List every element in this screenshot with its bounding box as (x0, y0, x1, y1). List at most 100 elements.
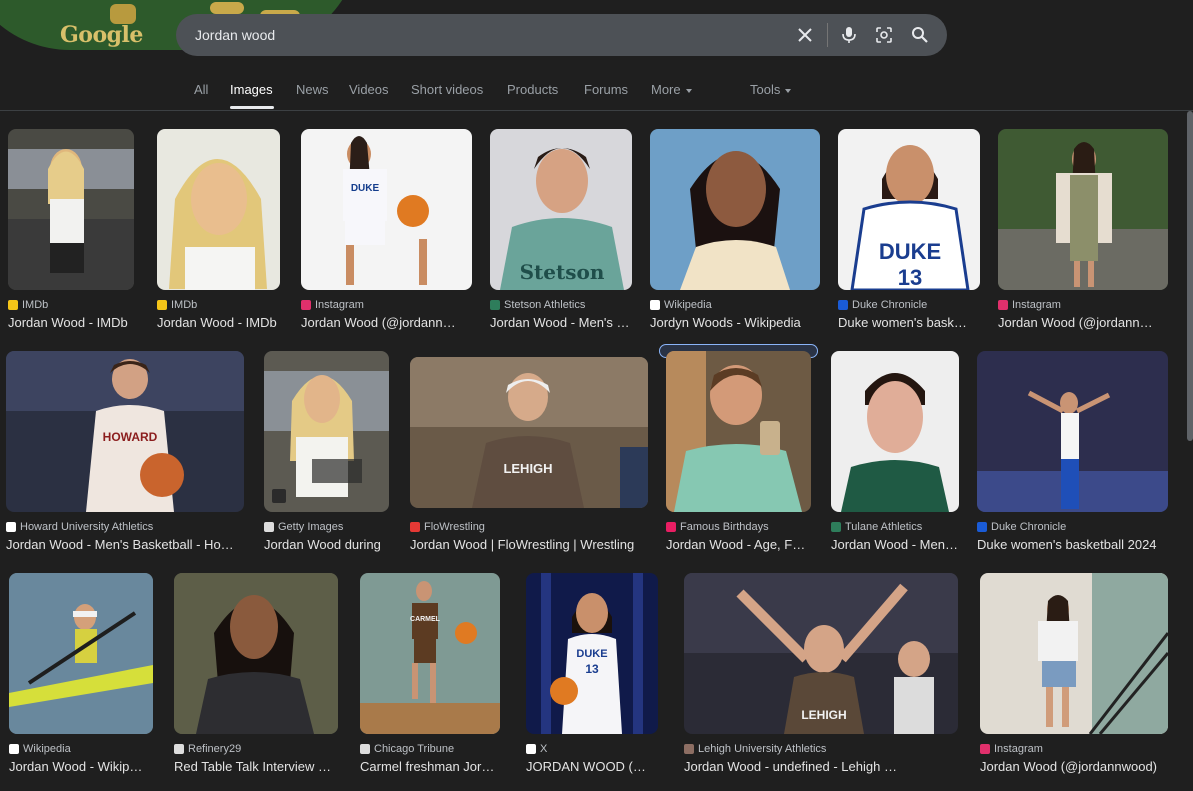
jersey-text: LEHIGH (503, 461, 552, 476)
tulane-icon (831, 522, 841, 532)
page: Google All Images News Videos Short vide… (0, 0, 1193, 791)
result-title[interactable]: Jordan Wood (@jordannwood) (301, 315, 461, 330)
source-label: X (540, 743, 548, 755)
result-title[interactable]: Jordan Wood - Men's Basketball (831, 537, 959, 552)
result-thumbnail[interactable] (980, 573, 1168, 734)
search-icon[interactable] (909, 24, 931, 46)
result-source: Refinery29 (174, 743, 241, 755)
result-source: Tulane Athletics (831, 521, 922, 533)
tab-forums[interactable]: Forums (584, 82, 628, 97)
camera-lens-icon[interactable] (873, 24, 895, 46)
source-label: Duke Chronicle (991, 521, 1067, 533)
result-thumbnail[interactable]: LEHIGH (684, 573, 958, 734)
result-source: IMDb (8, 299, 48, 311)
result-thumbnail[interactable] (174, 573, 338, 734)
result-source: Instagram (980, 743, 1043, 755)
scrollbar[interactable] (1187, 111, 1193, 441)
flowrestling-icon (410, 522, 420, 532)
tab-more[interactable]: More (651, 82, 692, 97)
result-title[interactable]: Jordan Wood (@jordannwood) (980, 759, 1164, 774)
result-title[interactable]: Jordan Wood during (264, 537, 382, 552)
source-label: Tulane Athletics (845, 521, 923, 533)
result-title[interactable]: Jordan Wood - Wikipedia (9, 759, 149, 774)
result-thumbnail[interactable]: HOWARD (6, 351, 244, 512)
result-thumbnail[interactable]: DUKE 13 (526, 573, 658, 734)
result-title[interactable]: Duke women's basketball 2024 (977, 537, 1163, 552)
stetson-icon (490, 300, 500, 310)
jersey-number: 13 (585, 662, 599, 676)
result-thumbnail[interactable] (977, 351, 1168, 512)
jersey-text: DUKE (879, 239, 941, 264)
source-label: Wikipedia (664, 299, 712, 311)
result-title[interactable]: Carmel freshman Jordan Wood (360, 759, 496, 774)
result-thumbnail[interactable]: DUKE (301, 129, 472, 290)
source-label: Duke Chronicle (852, 299, 928, 311)
getty-icon (264, 522, 274, 532)
jersey-text: HOWARD (103, 430, 158, 444)
source-label: Instagram (994, 743, 1043, 755)
google-logo[interactable]: Google (60, 22, 143, 48)
chevron-down-icon (685, 88, 692, 93)
jersey-text: DUKE (576, 648, 607, 660)
tab-videos[interactable]: Videos (349, 82, 389, 97)
tab-images[interactable]: Images (230, 82, 273, 97)
source-label: Famous Birthdays (680, 521, 769, 533)
header: Google All Images News Videos Short vide… (0, 0, 1193, 111)
result-thumbnail[interactable] (666, 351, 811, 512)
result-title[interactable]: Jordan Wood - undefined - Lehigh Univers… (684, 759, 906, 774)
result-source: IMDb (157, 299, 197, 311)
tab-products[interactable]: Products (507, 82, 558, 97)
tab-short-videos[interactable]: Short videos (411, 82, 483, 97)
result-thumbnail[interactable]: LEHIGH (410, 357, 648, 508)
result-source: FloWrestling (410, 521, 485, 533)
search-input[interactable] (195, 14, 755, 56)
search-tabs: All Images News Videos Short videos Prod… (0, 76, 1193, 110)
result-title[interactable]: Jordyn Woods - Wikipedia (650, 315, 820, 330)
result-thumbnail[interactable]: CARMEL (360, 573, 500, 734)
duke-chronicle-icon (838, 300, 848, 310)
tools-button[interactable]: Tools (750, 82, 792, 97)
jersey-text: Stetson (520, 260, 605, 284)
result-thumbnail[interactable] (9, 573, 153, 734)
jersey-text: DUKE (351, 183, 380, 194)
tab-news[interactable]: News (296, 82, 329, 97)
instagram-icon (301, 300, 311, 310)
source-label: Getty Images (278, 521, 344, 533)
result-title[interactable]: Red Table Talk Interview Jordyn Woods (174, 759, 334, 774)
result-thumbnail[interactable] (650, 129, 820, 290)
result-title[interactable]: Jordan Wood (@jordannwood) (998, 315, 1158, 330)
tab-more-label: More (651, 82, 681, 97)
jersey-text: LEHIGH (801, 708, 846, 722)
result-title[interactable]: Jordan Wood - Men's Basketball (490, 315, 632, 330)
source-label: Lehigh University Athletics (698, 743, 827, 755)
close-icon[interactable] (794, 24, 816, 46)
result-title[interactable]: Jordan Wood | FloWrestling | Wrestling (410, 537, 644, 552)
result-thumbnail[interactable] (264, 351, 389, 512)
source-label: IMDb (171, 299, 198, 311)
imdb-icon (157, 300, 167, 310)
result-source: Duke Chronicle (838, 299, 927, 311)
instagram-icon (980, 744, 990, 754)
result-thumbnail[interactable] (8, 129, 134, 290)
microphone-icon[interactable] (838, 24, 860, 46)
result-title[interactable]: Jordan Wood - IMDb (157, 315, 280, 330)
result-title[interactable]: Jordan Wood - IMDb (8, 315, 134, 330)
imdb-icon (8, 300, 18, 310)
tab-all[interactable]: All (194, 82, 208, 97)
result-source: X (526, 743, 547, 755)
source-label: Instagram (1012, 299, 1061, 311)
result-source: Lehigh University Athletics (684, 743, 826, 755)
result-thumbnail[interactable] (831, 351, 959, 512)
result-title[interactable]: Duke women's basketball (838, 315, 972, 330)
result-thumbnail[interactable]: DUKE 13 (838, 129, 980, 290)
result-thumbnail[interactable] (157, 129, 280, 290)
search-divider (827, 23, 828, 47)
result-title[interactable]: JORDAN WOOD (@jordanwood) (526, 759, 648, 774)
result-thumbnail[interactable]: Stetson (490, 129, 632, 290)
result-title[interactable]: Jordan Wood - Age, Family, Bio (666, 537, 806, 552)
result-thumbnail[interactable] (998, 129, 1168, 290)
result-source: Instagram (998, 299, 1061, 311)
result-source: Instagram (301, 299, 364, 311)
result-title[interactable]: Jordan Wood - Men's Basketball - Howard (6, 537, 238, 552)
search-box[interactable] (176, 14, 947, 56)
